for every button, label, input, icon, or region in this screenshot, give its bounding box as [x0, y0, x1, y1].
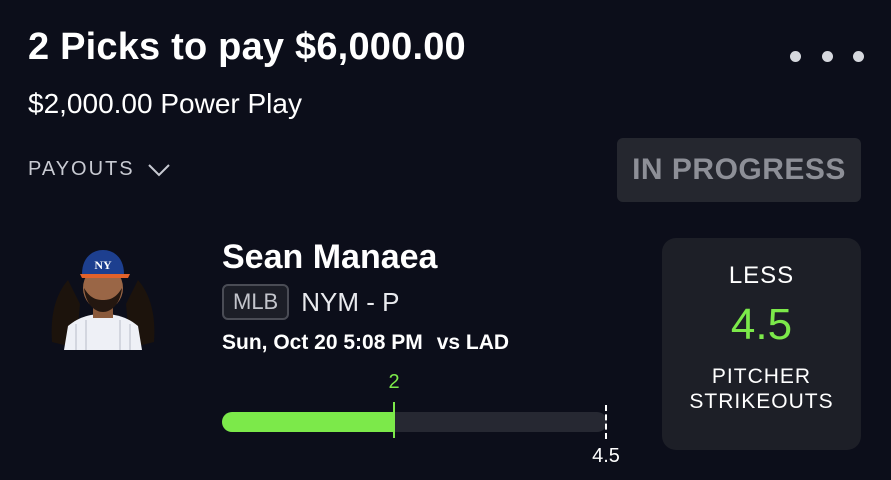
pick-card: LESS 4.5 PITCHER STRIKEOUTS [662, 238, 861, 450]
status-badge: IN PROGRESS [617, 138, 861, 202]
game-info: Sun, Oct 20 5:08 PM vs LAD [222, 331, 509, 355]
entry-title: 2 Picks to pay $6,000.00 [28, 26, 466, 68]
pick-stat-line2: STRIKEOUTS [689, 390, 834, 413]
more-options-icon [853, 50, 864, 62]
svg-text:NY: NY [94, 258, 112, 272]
progress-current-marker [393, 402, 395, 438]
pick-stat-type: PITCHER STRIKEOUTS [682, 364, 842, 414]
entry-card: 2 Picks to pay $6,000.00 $2,000.00 Power… [0, 0, 891, 480]
game-opponent: vs LAD [436, 331, 510, 354]
pick-direction: LESS [728, 262, 795, 289]
progress-target-marker [605, 405, 607, 439]
player-meta: MLB NYM - P [222, 284, 399, 320]
league-badge: MLB [222, 284, 290, 320]
pick-stat-line1: PITCHER [711, 365, 812, 388]
progress-current-value: 2 [388, 371, 400, 393]
progress-track [222, 412, 607, 432]
progress-target-value: 4.5 [592, 445, 620, 467]
payouts-label: PAYOUTS [28, 158, 135, 180]
payouts-toggle[interactable]: PAYOUTS [28, 158, 171, 181]
more-options-icon [821, 50, 833, 62]
entry-subtitle: $2,000.00 Power Play [28, 88, 302, 119]
player-name: Sean Manaea [222, 238, 438, 276]
progress-fill [222, 412, 394, 432]
more-options-button[interactable] [790, 46, 864, 66]
game-time: Sun, Oct 20 5:08 PM [222, 331, 423, 354]
pick-line: 4.5 [730, 300, 793, 349]
team-position: NYM - P [301, 286, 400, 317]
more-options-icon [790, 50, 801, 62]
chevron-down-icon [147, 162, 171, 178]
player-avatar: NY [46, 244, 160, 350]
